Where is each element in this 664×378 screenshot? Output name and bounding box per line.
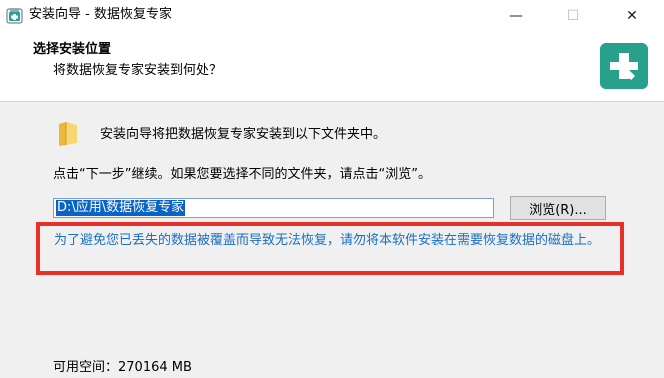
page-title: 选择安装位置 <box>33 42 112 57</box>
instruction-text: 点击“下一步”继续。如果您要选择不同的文件夹，请点击“浏览”。 <box>53 167 431 182</box>
warning-text: 为了避免您已丢失的数据被覆盖而导致无法恢复，请勿将本软件安装在需要恢复数据的磁盘… <box>54 233 601 248</box>
maximize-button[interactable]: ☐ <box>550 0 596 31</box>
warning-callout: 为了避免您已丢失的数据被覆盖而导致无法恢复，请勿将本软件安装在需要恢复数据的磁盘… <box>36 222 624 275</box>
minimize-button[interactable]: — <box>493 0 539 31</box>
intro-text: 安装向导将把数据恢复专家安装到以下文件夹中。 <box>100 127 387 142</box>
free-space-label: 可用空间：270164 MB <box>53 360 192 375</box>
window-title: 安装向导 - 数据恢复专家 <box>29 7 172 22</box>
folder-icon <box>57 121 79 147</box>
medical-cross-icon <box>600 43 648 89</box>
browse-button[interactable]: 浏览(R)... <box>510 196 606 220</box>
title-bar: 安装向导 - 数据恢复专家 — ☐ ✕ <box>0 0 664 31</box>
installer-app-icon <box>6 7 23 24</box>
page-subtitle: 将数据恢复专家安装到何处？ <box>53 63 223 78</box>
wizard-header: 选择安装位置 将数据恢复专家安装到何处？ <box>0 31 664 102</box>
install-path-input[interactable]: D:\应用\数据恢复专家 <box>53 198 494 218</box>
install-path-value: D:\应用\数据恢复专家 <box>56 200 186 216</box>
close-button[interactable]: ✕ <box>609 0 655 31</box>
